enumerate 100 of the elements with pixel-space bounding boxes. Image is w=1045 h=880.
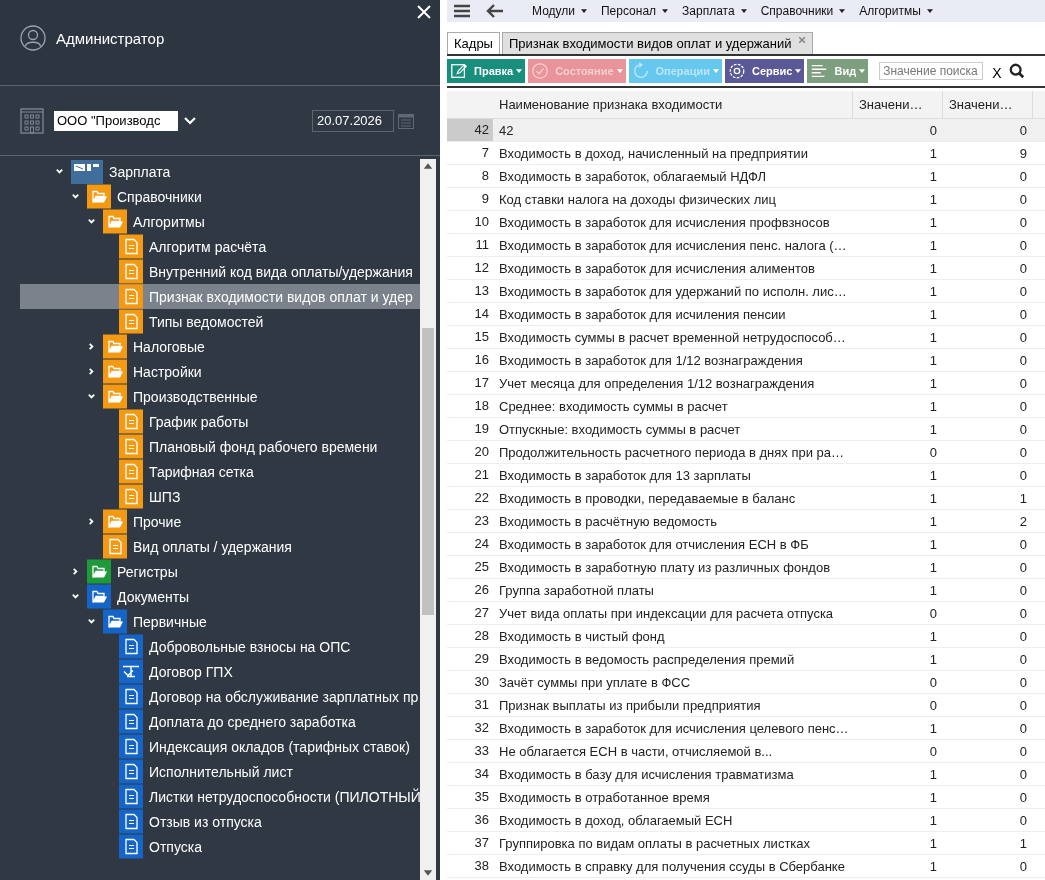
table-row[interactable]: 18 Среднее: входимость суммы в расчет 1 0 xyxy=(447,395,1045,418)
menu-item[interactable]: Алгоритмы xyxy=(855,4,937,18)
table-cell-text: 0 xyxy=(1018,559,1028,575)
tree-item[interactable]: Плановый фонд рабочего времени xyxy=(20,434,420,459)
menu-item[interactable]: Персонал xyxy=(597,4,673,18)
tree-item[interactable]: Типы ведомостей xyxy=(20,309,420,334)
table-cell-text: 0 xyxy=(1018,651,1028,667)
table-row[interactable]: 14 Входимость в заработок для исчиления пенсии 1 0 xyxy=(447,303,1045,326)
table-row[interactable]: 17 Учет месяца для определения 1/12 вознаграждения 1 0 xyxy=(447,372,1045,395)
table-row[interactable]: 32 Входимость в заработок для исчисления целевого пенс… 1 0 xyxy=(447,717,1045,740)
table-cell-text: 0 xyxy=(1018,858,1028,874)
tree-item[interactable]: Вид оплаты / удержания xyxy=(20,534,420,559)
table-row[interactable]: 28 Входимость в чистый фонд 1 0 xyxy=(447,625,1045,648)
organization-field[interactable]: ООО "Производс xyxy=(54,110,178,131)
table-row[interactable]: 15 Входимость суммы в расчет временной нетрудоспособ… 1 0 xyxy=(447,326,1045,349)
table-row[interactable]: 19 Отпускные: входимость суммы в расчет 1 0 xyxy=(447,418,1045,441)
tree-item[interactable]: Договор ГПХ xyxy=(20,659,420,684)
row-number: 34 xyxy=(473,765,490,783)
table-cell-text: Входимость в чистый фонд xyxy=(498,628,666,644)
table-row[interactable]: 26 Группа заработной платы 1 0 xyxy=(447,579,1045,602)
row-number: 37 xyxy=(473,834,490,852)
row-number: 23 xyxy=(473,512,490,530)
table-row[interactable]: 20 Продолжительность расчетного периода в днях при ра… 0 0 xyxy=(447,441,1045,464)
tree-item[interactable]: Отпуска xyxy=(20,834,420,859)
date-field[interactable]: 20.07.2026 xyxy=(312,109,394,132)
table-cell-text: 1 xyxy=(928,490,938,506)
table-row[interactable]: 34 Входимость в базу для исчисления травматизма 1 0 xyxy=(447,763,1045,786)
tree-item[interactable]: Регистры xyxy=(20,559,420,584)
table-row[interactable]: 35 Входимость в отработанное время 1 0 xyxy=(447,786,1045,809)
table-cell-text: 1 xyxy=(928,145,938,161)
search-field[interactable]: Значение поиска xyxy=(879,62,984,80)
tab[interactable]: Кадры xyxy=(447,32,500,54)
table-row[interactable]: 23 Входимость в расчётную ведомость 1 2 xyxy=(447,510,1045,533)
table-row[interactable]: 22 Входимость в проводки, передаваемые в баланс 1 1 xyxy=(447,487,1045,510)
table-cell-text: Входимость в заработок для исчисления профвзносов xyxy=(498,214,831,230)
table-row[interactable]: 9 Код ставки налога на доходы физических лиц 1 0 xyxy=(447,188,1045,211)
column-header[interactable]: Наименование признака входимости xyxy=(493,91,853,118)
table-cell-text: Группа заработной платы xyxy=(498,582,655,598)
table-row[interactable]: 12 Входимость в заработок для исчисления алиментов 1 0 xyxy=(447,257,1045,280)
table-row[interactable]: 25 Входимость в заработную плату из различных фондов 1 0 xyxy=(447,556,1045,579)
tree-item[interactable]: Справочники xyxy=(20,184,420,209)
tree-item[interactable]: Налоговые xyxy=(20,334,420,359)
tree-item[interactable]: Алгоритмы xyxy=(20,209,420,234)
tree-item[interactable]: Алгоритм расчёта xyxy=(20,234,420,259)
table-cell-text: Входимость в заработную плату из различных фондов xyxy=(498,559,832,575)
table-cell-text: 1 xyxy=(928,375,938,391)
table-row[interactable]: 37 Группировка по видам оплаты в расчетных листках 1 1 xyxy=(447,832,1045,855)
column-header[interactable]: Значени… xyxy=(943,91,1033,118)
tree-item[interactable]: Прочие xyxy=(20,509,420,534)
table-row[interactable]: 36 Входимость в доход, облагаемый ЕСН 1 0 xyxy=(447,809,1045,832)
table-row[interactable]: 7 Входимость в доход, начисленный на предприятии 1 9 xyxy=(447,142,1045,165)
tree-item[interactable]: Внутренний код вида оплаты/удержания xyxy=(20,259,420,284)
table-cell-text: 0 xyxy=(1018,628,1028,644)
table-row[interactable]: 21 Входимость в заработок для 13 зарплаты 1 0 xyxy=(447,464,1045,487)
column-header[interactable]: Значени… xyxy=(853,91,943,118)
tab[interactable]: Признак входимости видов оплат и удержаний xyxy=(501,32,813,54)
tree-item[interactable]: Зарплата xyxy=(20,159,420,184)
table-row[interactable]: 38 Входимость в справку для получения ссуды в Сбербанке 1 0 xyxy=(447,855,1045,878)
table-row[interactable]: 10 Входимость в заработок для исчисления профвзносов 1 0 xyxy=(447,211,1045,234)
table-row[interactable]: 24 Входимость в заработок для отчисления ЕСН в ФБ 1 0 xyxy=(447,533,1045,556)
menu-item[interactable]: Зарплата xyxy=(678,4,751,18)
table-row[interactable]: 31 Признак выплаты из прибыли предприятия 0 0 xyxy=(447,694,1045,717)
table-cell-text: 1 xyxy=(1018,490,1028,506)
table-cell-text: 0 xyxy=(1018,352,1028,368)
table-row[interactable]: 42 42 0 0 xyxy=(447,119,1045,142)
tree-item[interactable]: Первичные xyxy=(20,609,420,634)
tree-item[interactable]: Признак входимости видов оплат и удер xyxy=(20,284,420,309)
tree-item[interactable]: Исполнительный лист xyxy=(20,759,420,784)
tree-item[interactable]: Производственные xyxy=(20,384,420,409)
tree-item[interactable]: Доплата до среднего заработка xyxy=(20,709,420,734)
table-row[interactable]: 29 Входимость в ведомость распределения премий 1 0 xyxy=(447,648,1045,671)
clear-search-button[interactable]: X xyxy=(990,65,1004,81)
table-row[interactable]: 8 Входимость в заработок, облагаемый НДФЛ 1 0 xyxy=(447,165,1045,188)
row-number: 20 xyxy=(473,443,490,461)
tree-item[interactable]: Документы xyxy=(20,584,420,609)
tree-item[interactable]: Договор на обслуживание зарплатных пр xyxy=(20,684,420,709)
user-name: Администратор xyxy=(56,29,165,47)
table-row[interactable]: 30 Зачёт суммы при уплате в ФСС 0 0 xyxy=(447,671,1045,694)
table-row[interactable]: 33 Не облагается ЕСН в части, отчисляемой в... 0 0 xyxy=(447,740,1045,763)
table-row[interactable]: 27 Учет вида оплаты при индексации для расчета отпуска 0 0 xyxy=(447,602,1045,625)
tree-item[interactable]: Индексация окладов (тарифных ставок) xyxy=(20,734,420,759)
menu-item[interactable]: Модули xyxy=(528,4,591,18)
table-cell-text: 1 xyxy=(928,812,938,828)
row-number: 12 xyxy=(473,259,490,277)
toolbar-button[interactable]: Сервис xyxy=(725,59,805,83)
table-cell-text: 1 xyxy=(928,628,938,644)
tree-item[interactable]: Тарифная сетка xyxy=(20,459,420,484)
table-row[interactable]: 16 Входимость в заработок для 1/12 вознаграждения 1 0 xyxy=(447,349,1045,372)
tree-item[interactable]: Добровольные взносы на ОПС xyxy=(20,634,420,659)
tree-item[interactable]: Листки нетрудоспособности (ПИЛОТНЫЙ xyxy=(20,784,420,809)
tree-item[interactable]: ШПЗ xyxy=(20,484,420,509)
tree-item[interactable]: Настройки xyxy=(20,359,420,384)
tree-item[interactable]: Отзыв из отпуска xyxy=(20,809,420,834)
table-row[interactable]: 11 Входимость в заработок для исчисления пенс. налога (… 1 0 xyxy=(447,234,1045,257)
table-cell-text: 0 xyxy=(1018,467,1028,483)
toolbar-button[interactable]: Правка xyxy=(447,59,526,83)
table-cell-text: 0 xyxy=(1018,329,1028,345)
table-row[interactable]: 13 Входимость в заработок для удержаний по исполн. лис… 1 0 xyxy=(447,280,1045,303)
tree-item[interactable]: График работы xyxy=(20,409,420,434)
menu-item[interactable]: Справочники xyxy=(756,4,850,18)
